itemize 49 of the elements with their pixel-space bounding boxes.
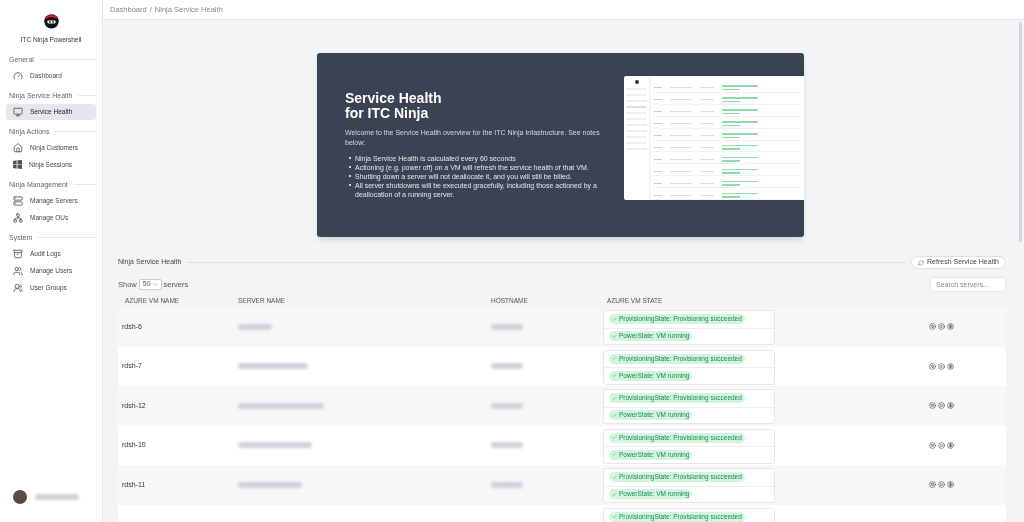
check-icon bbox=[612, 373, 617, 379]
dollar-icon[interactable] bbox=[947, 323, 954, 331]
ninja-logo-icon bbox=[42, 12, 60, 29]
network-icon bbox=[13, 212, 23, 223]
redacted-text bbox=[491, 363, 523, 370]
stop-icon[interactable] bbox=[929, 402, 936, 410]
archive-icon bbox=[13, 248, 23, 259]
play-icon[interactable] bbox=[938, 481, 945, 489]
stop-icon[interactable] bbox=[929, 481, 936, 489]
users-icon bbox=[13, 282, 23, 293]
gauge-icon bbox=[13, 70, 23, 81]
house-icon bbox=[13, 142, 23, 153]
check-icon bbox=[612, 412, 617, 418]
redacted-text bbox=[491, 323, 523, 330]
windows-icon bbox=[13, 160, 22, 170]
banner-title: Service Health for ITC Ninja bbox=[345, 91, 443, 121]
chevron-down-icon bbox=[152, 282, 158, 287]
play-icon[interactable] bbox=[938, 323, 945, 331]
check-icon bbox=[612, 452, 617, 458]
check-icon bbox=[612, 491, 617, 497]
redacted-text bbox=[491, 442, 523, 449]
stop-icon[interactable] bbox=[929, 362, 936, 370]
check-icon bbox=[612, 333, 617, 339]
redacted-text bbox=[491, 481, 523, 488]
users-icon bbox=[13, 265, 23, 276]
check-icon bbox=[612, 514, 617, 520]
redacted-text bbox=[238, 481, 302, 488]
check-icon bbox=[612, 395, 617, 401]
dollar-icon[interactable] bbox=[947, 441, 954, 449]
dollar-icon[interactable] bbox=[947, 402, 954, 410]
stop-icon[interactable] bbox=[929, 323, 936, 331]
redacted-text bbox=[35, 494, 79, 500]
check-icon bbox=[612, 356, 617, 362]
check-icon bbox=[612, 435, 617, 441]
dollar-icon[interactable] bbox=[947, 481, 954, 489]
redacted-text bbox=[238, 363, 308, 370]
check-icon bbox=[612, 316, 617, 322]
redacted-text bbox=[238, 323, 272, 330]
refresh-icon bbox=[918, 259, 924, 266]
avatar-placeholder[interactable] bbox=[13, 490, 27, 504]
play-icon[interactable] bbox=[938, 441, 945, 449]
play-icon[interactable] bbox=[938, 402, 945, 410]
monitor-icon bbox=[13, 106, 23, 117]
play-icon[interactable] bbox=[938, 362, 945, 370]
check-icon bbox=[612, 474, 617, 480]
stop-icon[interactable] bbox=[929, 441, 936, 449]
dollar-icon[interactable] bbox=[947, 362, 954, 370]
redacted-text bbox=[491, 402, 523, 409]
server-icon bbox=[13, 195, 23, 206]
